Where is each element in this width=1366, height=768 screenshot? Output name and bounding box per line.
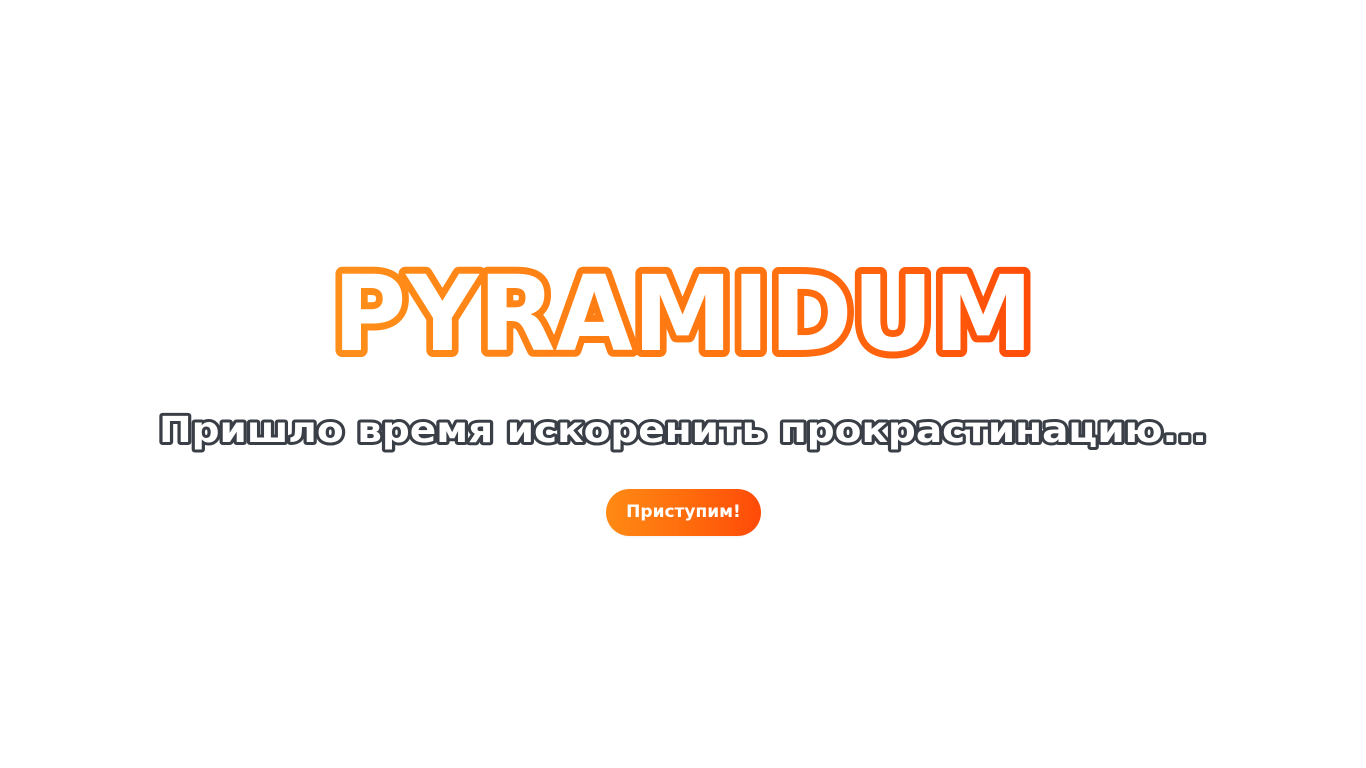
tagline-text: Пришло время искоренить прокрастинацию..… bbox=[159, 410, 1207, 451]
logo-svg: PYRAMIDUM bbox=[326, 258, 1040, 370]
start-button[interactable]: Приступим! bbox=[606, 489, 761, 536]
landing-page: PYRAMIDUM Пришло время искоренить прокра… bbox=[0, 0, 1366, 768]
tagline: Пришло время искоренить прокрастинацию..… bbox=[0, 400, 1366, 456]
logo-text: PYRAMIDUM bbox=[333, 258, 1033, 370]
logo: PYRAMIDUM bbox=[0, 258, 1366, 370]
tagline-svg: Пришло время искоренить прокрастинацию..… bbox=[156, 407, 1210, 454]
